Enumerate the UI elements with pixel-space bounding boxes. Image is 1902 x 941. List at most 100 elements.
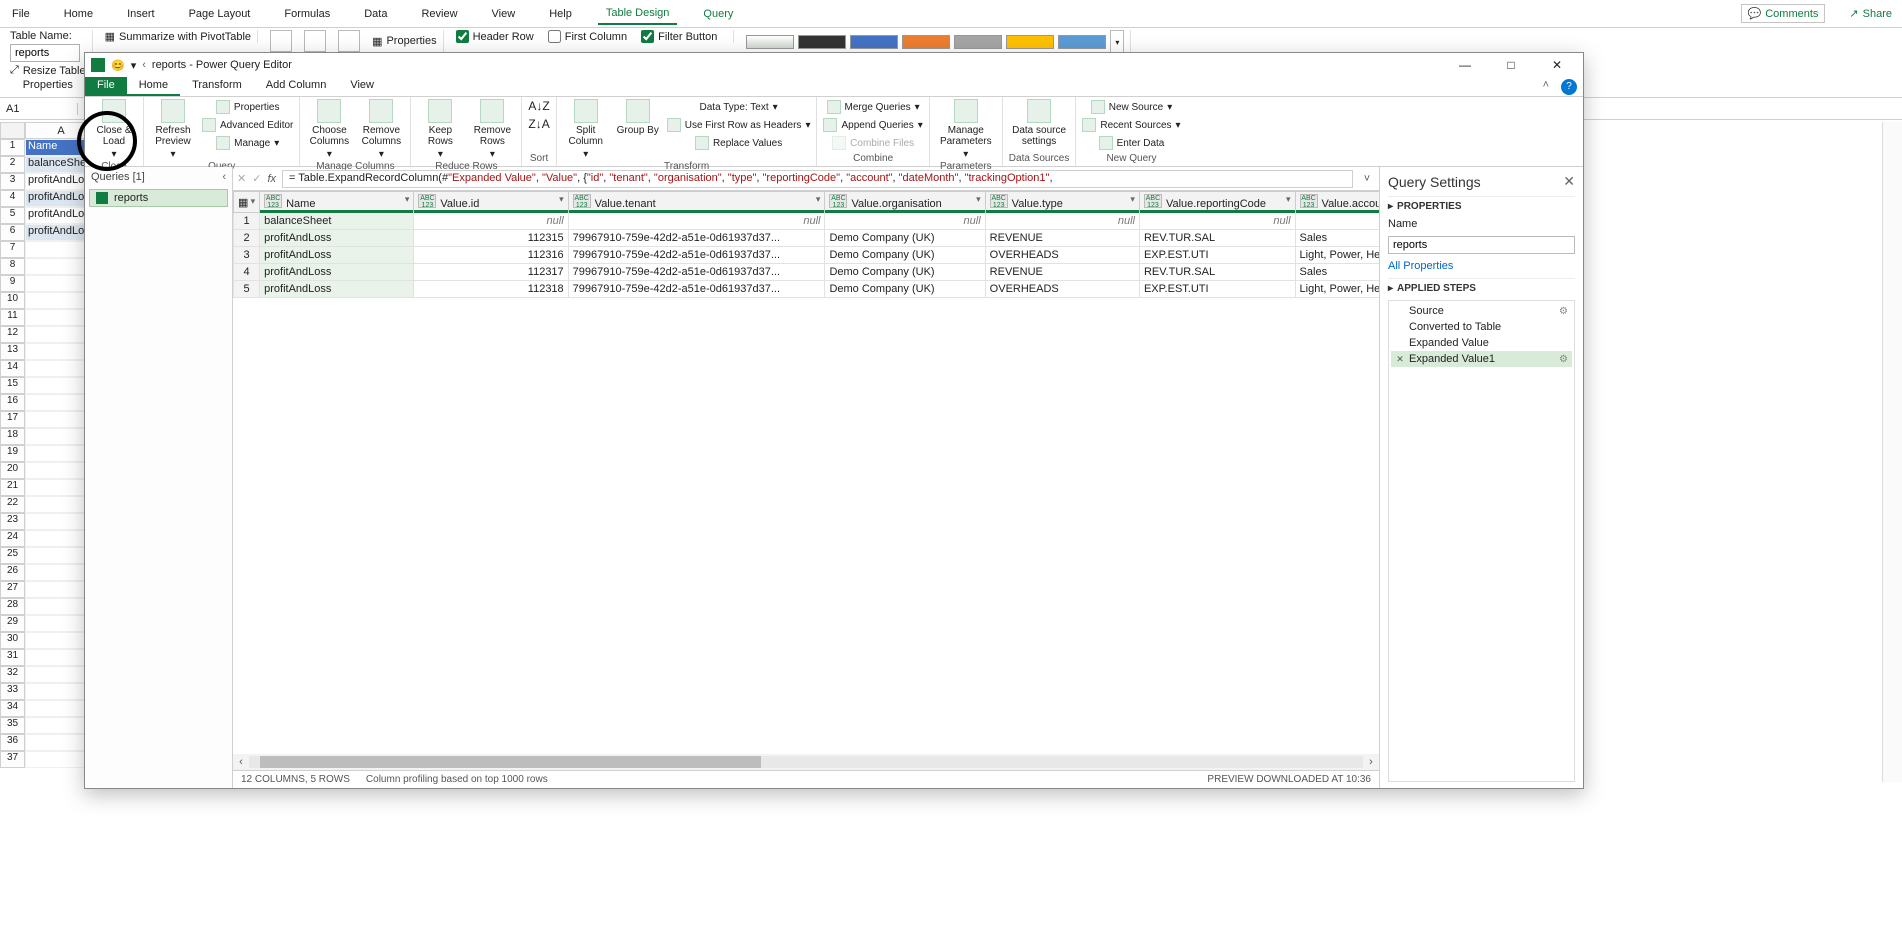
row-header[interactable]: 8 [0,258,25,275]
dropdown-icon[interactable]: ▾ [131,59,137,72]
row-header[interactable]: 3 [0,173,25,190]
grid-cell[interactable]: Sales [1295,264,1379,281]
data-type-button[interactable]: Data Type: Text ▾ [667,99,811,115]
excel-tab-review[interactable]: Review [413,4,465,24]
scroll-left-icon[interactable]: ‹ [233,756,249,768]
triangle-icon[interactable]: ▸ [1388,201,1393,212]
applied-step[interactable]: Source⚙ [1391,303,1572,319]
share-button[interactable]: ↗ Share [1843,5,1898,22]
keep-rows-button[interactable]: Keep Rows▾ [417,99,463,160]
pq-properties-button[interactable]: Properties [202,99,293,115]
maximize-button[interactable]: □ [1491,54,1531,76]
row-header[interactable]: 34 [0,700,25,717]
grid-cell[interactable]: REV.TUR.SAL [1139,264,1295,281]
row-header[interactable]: 21 [0,479,25,496]
column-header[interactable]: ABC123Value.reportingCode▾ [1139,192,1295,213]
grid-cell[interactable]: Demo Company (UK) [825,281,985,298]
grid-cell[interactable]: null [414,213,568,230]
remove-rows-button[interactable]: Remove Rows▾ [469,99,515,160]
grid-row-header[interactable]: 1 [234,213,260,230]
help-icon[interactable]: ? [1561,79,1577,95]
grid-cell[interactable]: null [1295,213,1379,230]
grid-cell[interactable]: null [1139,213,1295,230]
row-header[interactable]: 27 [0,581,25,598]
row-header[interactable]: 1 [0,139,25,156]
row-header[interactable]: 28 [0,598,25,615]
grid-cell[interactable]: 112318 [414,281,568,298]
name-box[interactable]: A1 [0,103,78,115]
grid-cell[interactable]: null [825,213,985,230]
applied-step[interactable]: Expanded Value [1391,335,1572,351]
row-header[interactable]: 22 [0,496,25,513]
grid-cell[interactable]: profitAndLoss [260,281,414,298]
grid-cell[interactable]: 79967910-759e-42d2-a51e-0d61937d37... [568,264,825,281]
grid-cell[interactable]: Demo Company (UK) [825,230,985,247]
split-column-button[interactable]: Split Column▾ [563,99,609,160]
column-header[interactable]: ABC123Value.type▾ [985,192,1139,213]
query-item-reports[interactable]: reports [89,189,228,207]
grid-cell[interactable]: profitAndLoss [260,230,414,247]
scroll-thumb[interactable] [260,756,761,768]
grid-cell[interactable]: null [568,213,825,230]
resize-table-button[interactable]: ⤢ Resize Table [10,64,86,77]
grid-cell[interactable]: 79967910-759e-42d2-a51e-0d61937d37... [568,247,825,264]
delete-step-icon[interactable]: ✕ [1395,354,1405,365]
new-source-button[interactable]: New Source ▾ [1082,99,1180,115]
row-header[interactable]: 10 [0,292,25,309]
grid-cell[interactable]: 112317 [414,264,568,281]
row-header[interactable]: 13 [0,343,25,360]
advanced-editor-button[interactable]: Advanced Editor [202,117,293,133]
close-button[interactable]: ✕ [1537,54,1577,76]
column-header[interactable]: ABC123Name▾ [260,192,414,213]
grid-row-header[interactable]: 5 [234,281,260,298]
row-header[interactable]: 20 [0,462,25,479]
grid-cell[interactable]: OVERHEADS [985,247,1139,264]
formula-expand-icon[interactable]: ˅ [1359,173,1375,185]
all-properties-link[interactable]: All Properties [1388,260,1575,272]
merge-queries-button[interactable]: Merge Queries ▾ [823,99,922,115]
grid-cell[interactable]: REVENUE [985,264,1139,281]
sort-desc-icon[interactable]: Z↓A [528,117,549,131]
grid-cell[interactable]: Light, Power, Heating [1295,247,1379,264]
row-header[interactable]: 37 [0,751,25,768]
cancel-formula-icon[interactable]: ✕ [237,172,246,185]
row-header[interactable]: 16 [0,394,25,411]
grid-cell[interactable]: EXP.EST.UTI [1139,247,1295,264]
remove-columns-button[interactable]: Remove Columns▾ [358,99,404,160]
row-header[interactable]: 18 [0,428,25,445]
row-header[interactable]: 9 [0,275,25,292]
grid-row-header[interactable]: 2 [234,230,260,247]
excel-tab-help[interactable]: Help [541,4,580,24]
append-queries-button[interactable]: Append Queries ▾ [823,117,922,133]
filter-btn-check[interactable]: Filter Button [641,30,717,43]
table-name-input[interactable] [10,44,80,62]
select-all-corner[interactable] [0,122,25,139]
excel-tab-pagelayout[interactable]: Page Layout [181,4,259,24]
grid-cell[interactable]: balanceSheet [260,213,414,230]
grid-cell[interactable]: Light, Power, Heating [1295,281,1379,298]
sort-asc-icon[interactable]: A↓Z [528,99,549,113]
column-header[interactable]: ABC123Value.id▾ [414,192,568,213]
fx-icon[interactable]: fx [267,173,276,185]
grid-cell[interactable]: REVENUE [985,230,1139,247]
row-header[interactable]: 33 [0,683,25,700]
row-header[interactable]: 6 [0,224,25,241]
row-header[interactable]: 31 [0,649,25,666]
horizontal-scrollbar[interactable]: ‹ › [233,754,1379,770]
row-header[interactable]: 5 [0,207,25,224]
row-header[interactable]: 30 [0,632,25,649]
grid-row-header[interactable]: 3 [234,247,260,264]
pq-tab-view[interactable]: View [338,77,386,96]
replace-values-button[interactable]: Replace Values [667,135,811,151]
refresh-preview-button[interactable]: Refresh Preview▾ [150,99,196,160]
export-icon[interactable] [304,30,326,52]
first-row-headers-button[interactable]: Use First Row as Headers ▾ [667,117,811,133]
group-by-button[interactable]: Group By [615,99,661,136]
query-name-input[interactable] [1388,236,1575,254]
triangle-icon[interactable]: ▸ [1388,283,1393,294]
grid-cell[interactable]: 112315 [414,230,568,247]
grid-cell[interactable]: 79967910-759e-42d2-a51e-0d61937d37... [568,281,825,298]
queries-pane-collapsed[interactable] [1882,122,1902,782]
pq-tab-file[interactable]: File [85,77,127,96]
enter-data-button[interactable]: Enter Data [1082,135,1180,151]
